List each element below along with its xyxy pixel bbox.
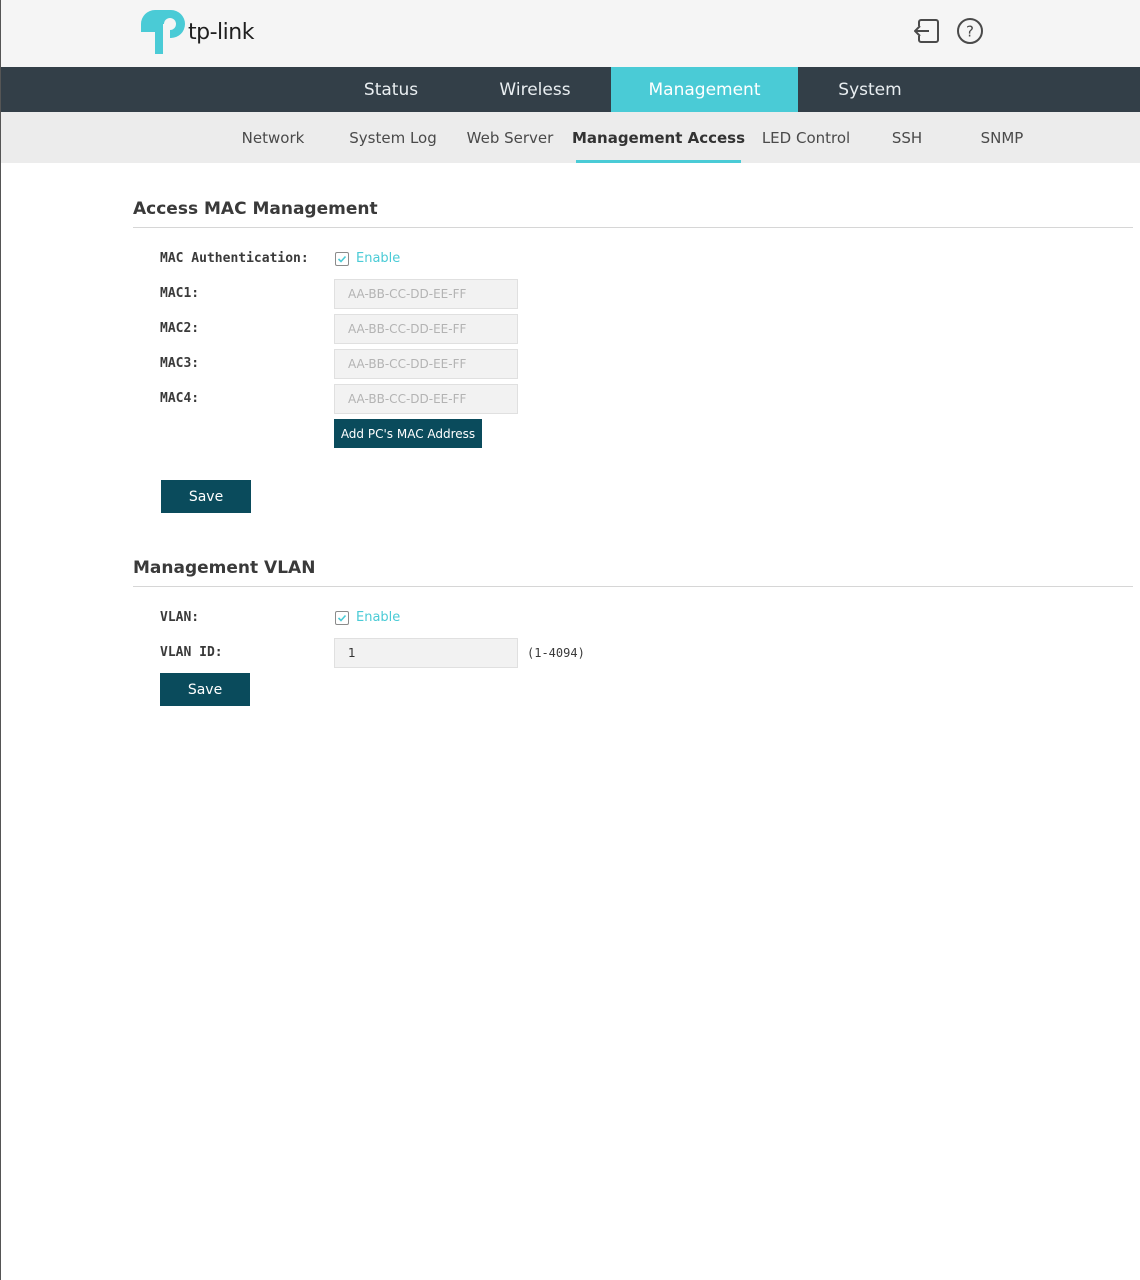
tab-wireless[interactable]: Wireless	[463, 67, 607, 112]
active-subnav-underline	[576, 160, 741, 163]
mac-auth-enable-label[interactable]: Enable	[356, 251, 400, 266]
vlan-enable-label[interactable]: Enable	[356, 610, 400, 625]
section-divider	[133, 227, 1133, 228]
vlan-enable-checkbox[interactable]	[335, 611, 349, 625]
help-icon[interactable]: ?	[956, 17, 984, 45]
subnav-item-system-log[interactable]: System Log	[343, 112, 443, 163]
check-icon	[337, 614, 347, 622]
tab-status[interactable]: Status	[321, 67, 461, 112]
mac2-input[interactable]	[334, 314, 518, 344]
check-icon	[337, 255, 347, 263]
vlan-label: VLAN:	[160, 610, 200, 625]
subnav-item-network[interactable]: Network	[229, 112, 317, 163]
mac2-label: MAC2:	[160, 321, 200, 336]
main-nav: Status Wireless Management System	[1, 67, 1140, 112]
save-vlan-button[interactable]: Save	[160, 673, 250, 706]
mac4-input[interactable]	[334, 384, 518, 414]
svg-text:?: ?	[966, 23, 974, 41]
subnav-item-web-server[interactable]: Web Server	[463, 112, 557, 163]
logout-icon[interactable]	[914, 17, 942, 45]
subnav-item-snmp[interactable]: SNMP	[973, 112, 1031, 163]
add-pc-mac-button[interactable]: Add PC's MAC Address	[334, 419, 482, 448]
sub-nav: Network System Log Web Server Management…	[1, 112, 1140, 163]
top-header: tp-link ?	[1, 0, 1140, 67]
tab-system[interactable]: System	[798, 67, 942, 112]
access-mac-section-title: Access MAC Management	[133, 199, 378, 219]
vlan-id-input[interactable]	[334, 638, 518, 668]
mac3-input[interactable]	[334, 349, 518, 379]
subnav-item-led-control[interactable]: LED Control	[759, 112, 853, 163]
mac4-label: MAC4:	[160, 391, 200, 406]
mac-auth-checkbox[interactable]	[335, 252, 349, 266]
mac-auth-label: MAC Authentication:	[160, 251, 309, 266]
subnav-item-ssh[interactable]: SSH	[881, 112, 933, 163]
subnav-item-management-access[interactable]: Management Access	[572, 112, 745, 163]
save-mac-button[interactable]: Save	[161, 480, 251, 513]
section-divider	[133, 586, 1133, 587]
vlan-id-range-hint: (1-4094)	[527, 646, 585, 660]
tp-link-logo[interactable]: tp-link	[141, 10, 254, 54]
mgmt-vlan-section-title: Management VLAN	[133, 558, 316, 578]
tp-link-logo-icon	[141, 10, 185, 54]
tab-management[interactable]: Management	[611, 67, 798, 112]
logo-text: tp-link	[188, 19, 254, 45]
mac3-label: MAC3:	[160, 356, 200, 371]
mac1-label: MAC1:	[160, 286, 200, 301]
vlan-id-label: VLAN ID:	[160, 645, 223, 660]
mac1-input[interactable]	[334, 279, 518, 309]
